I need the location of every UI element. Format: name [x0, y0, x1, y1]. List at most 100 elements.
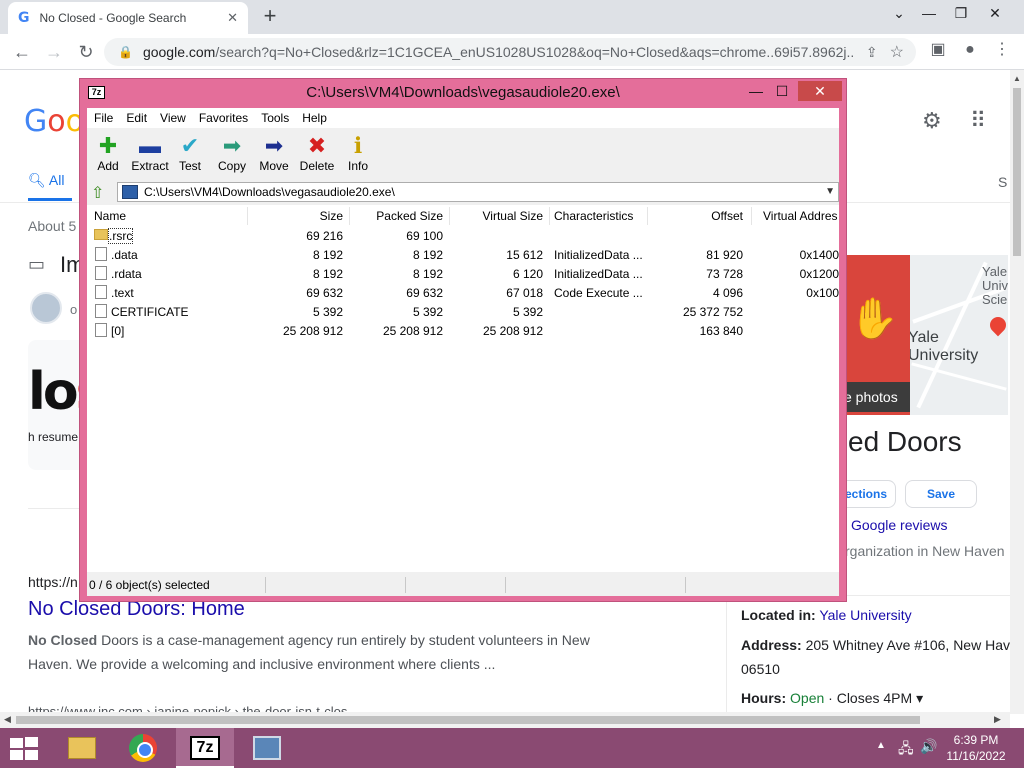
bookmark-star-icon[interactable]: ☆ [890, 42, 904, 62]
tab-title: No Closed - Google Search [39, 11, 187, 25]
sevenzip-titlebar[interactable]: 7z C:\Users\VM4\Downloads\vegasaudiole20… [80, 79, 846, 105]
clock[interactable]: 6:39 PM 11/16/2022 [940, 732, 1012, 764]
new-tab-button[interactable]: + [258, 4, 282, 28]
delete-button[interactable]: ✖ Delete [294, 133, 340, 173]
move-arrow-icon: ➡ [264, 133, 284, 158]
google-favicon-icon: G [18, 10, 30, 26]
minimize-icon[interactable]: — [744, 81, 768, 101]
copy-arrow-icon: ➡ [222, 133, 242, 158]
col-offset[interactable]: Offset [647, 209, 743, 223]
file-icon [95, 247, 107, 261]
search-icon: 🔍︎ [28, 172, 46, 188]
col-size[interactable]: Size [247, 209, 343, 223]
settings-gear-icon[interactable]: ⚙ [922, 108, 942, 134]
cell-name: CERTIFICATE [111, 305, 189, 319]
located-link[interactable]: Yale University [819, 607, 911, 623]
taskbar-photos[interactable] [238, 728, 296, 768]
tab-all[interactable]: 🔍︎ All [28, 172, 64, 189]
see-photos-button[interactable]: e photos [838, 382, 910, 412]
info-button[interactable]: ℹ Info [335, 133, 381, 173]
cell-packed: 69 632 [406, 286, 443, 300]
tab-s[interactable]: S [998, 174, 1007, 190]
cell-name: .data [111, 248, 138, 262]
menu-file[interactable]: File [94, 111, 113, 125]
path-combobox[interactable]: C:\Users\VM4\Downloads\vegasaudiole20.ex… [117, 182, 839, 202]
chrome-icon [129, 734, 157, 762]
picture-icon [253, 736, 281, 760]
share-icon[interactable]: ⇪ [866, 44, 878, 61]
table-row[interactable]: CERTIFICATE 5 392 5 392 5 392 25 372 752 [87, 302, 839, 321]
result-snippet: No Closed Doors is a case-management age… [28, 632, 590, 672]
folder-up-icon[interactable]: ⇧ [91, 183, 104, 203]
volume-icon[interactable]: 🔊 [920, 738, 937, 755]
test-button[interactable]: ✔ Test [167, 133, 213, 173]
archive-icon [122, 185, 138, 199]
taskbar-7zip[interactable]: 7z [176, 728, 234, 768]
image-card-caption: h resume [28, 430, 79, 444]
chrome-menu-icon[interactable]: ⋮ [990, 38, 1014, 62]
check-icon: ✔ [180, 133, 200, 158]
results-count: About 5 [28, 218, 77, 234]
table-row[interactable]: .data 8 192 8 192 15 612 InitializedData… [87, 245, 839, 264]
network-icon[interactable]: 🖧 [898, 738, 914, 762]
google-logo: Goo [24, 104, 84, 139]
result-url[interactable]: https://n [28, 574, 78, 590]
menu-bar: File Edit View Favorites Tools Help [87, 108, 839, 128]
forward-arrow-icon[interactable]: → [42, 40, 66, 64]
col-characteristics[interactable]: Characteristics [554, 209, 633, 223]
add-button[interactable]: ✚ Add [85, 133, 131, 173]
copy-button[interactable]: ➡ Copy [209, 133, 255, 173]
cell-packed: 8 192 [412, 267, 443, 281]
page-horizontal-scrollbar[interactable]: ◀ ▶ [0, 712, 1010, 728]
avatar[interactable] [30, 292, 62, 324]
google-reviews-link[interactable]: Google reviews [851, 517, 948, 533]
save-button[interactable]: Save [905, 480, 977, 508]
clock-date: 11/16/2022 [946, 749, 1006, 763]
table-row[interactable]: .text 69 632 69 632 67 018 Code Execute … [87, 283, 839, 302]
side-panel-icon[interactable]: ▣ [926, 38, 950, 62]
status-bar: 0 / 6 object(s) selected [87, 574, 839, 596]
close-icon[interactable]: ✕ [798, 81, 842, 101]
restore-icon[interactable]: ❐ [946, 2, 976, 24]
page-vertical-scrollbar[interactable]: ▲ [1010, 70, 1024, 714]
col-virtual-address[interactable]: Virtual Addres [763, 209, 838, 223]
menu-tools[interactable]: Tools [261, 111, 289, 125]
sevenzip-icon: 7z [190, 736, 220, 760]
reload-icon[interactable]: ↻ [74, 40, 98, 64]
kp-map[interactable]: Yale Univer Scienc Yale University [910, 255, 1008, 415]
taskbar-file-explorer[interactable] [52, 728, 110, 768]
profile-avatar-icon[interactable]: ● [958, 38, 982, 62]
menu-edit[interactable]: Edit [126, 111, 147, 125]
menu-help[interactable]: Help [302, 111, 327, 125]
col-packed-size[interactable]: Packed Size [349, 209, 443, 223]
cell-chars: Code Execute ... [554, 286, 643, 300]
map-label-science: Yale Univer Scienc [982, 264, 1008, 307]
back-arrow-icon[interactable]: ← [10, 40, 34, 64]
chevron-down-icon[interactable]: ▼ [825, 183, 835, 201]
address-bar[interactable]: 🔒 google.com/search?q=No+Closed&rlz=1C1G… [104, 38, 916, 66]
sevenzip-toolbar: ✚ Add ▬ Extract ✔ Test ➡ Copy ➡ Move ✖ Delete … [87, 129, 839, 179]
sevenzip-window: 7z C:\Users\VM4\Downloads\vegasaudiole20… [79, 78, 847, 602]
minimize-icon[interactable]: — [914, 2, 944, 24]
col-name[interactable]: Name [94, 209, 126, 223]
clock-time: 6:39 PM [953, 733, 999, 747]
close-tab-icon[interactable]: ✕ [227, 10, 238, 26]
table-row[interactable]: .rdata 8 192 8 192 6 120 InitializedData… [87, 264, 839, 283]
show-hidden-icons-icon[interactable]: ▲ [876, 740, 886, 751]
start-windows-icon[interactable] [8, 736, 38, 760]
move-button[interactable]: ➡ Move [251, 133, 297, 173]
kp-zip: 06510 [741, 661, 780, 677]
close-window-icon[interactable]: ✕ [980, 2, 1010, 24]
table-row[interactable]: .rsrc 69 216 69 100 [87, 226, 839, 245]
table-row[interactable]: [0] 25 208 912 25 208 912 25 208 912 163… [87, 321, 839, 340]
tab-search-chevron-icon[interactable]: ⌄ [884, 2, 914, 24]
taskbar-chrome[interactable] [114, 728, 172, 768]
browser-tab[interactable]: G No Closed - Google Search ✕ [8, 2, 248, 34]
menu-favorites[interactable]: Favorites [199, 111, 248, 125]
menu-view[interactable]: View [160, 111, 186, 125]
maximize-icon[interactable]: ☐ [770, 81, 794, 101]
kp-hours[interactable]: Hours: Open · Closes 4PM ▾ [741, 690, 923, 707]
col-virtual-size[interactable]: Virtual Size [449, 209, 543, 223]
file-list[interactable]: Name Size Packed Size Virtual Size Chara… [87, 205, 839, 572]
apps-grid-icon[interactable]: ⠿ [970, 108, 986, 134]
